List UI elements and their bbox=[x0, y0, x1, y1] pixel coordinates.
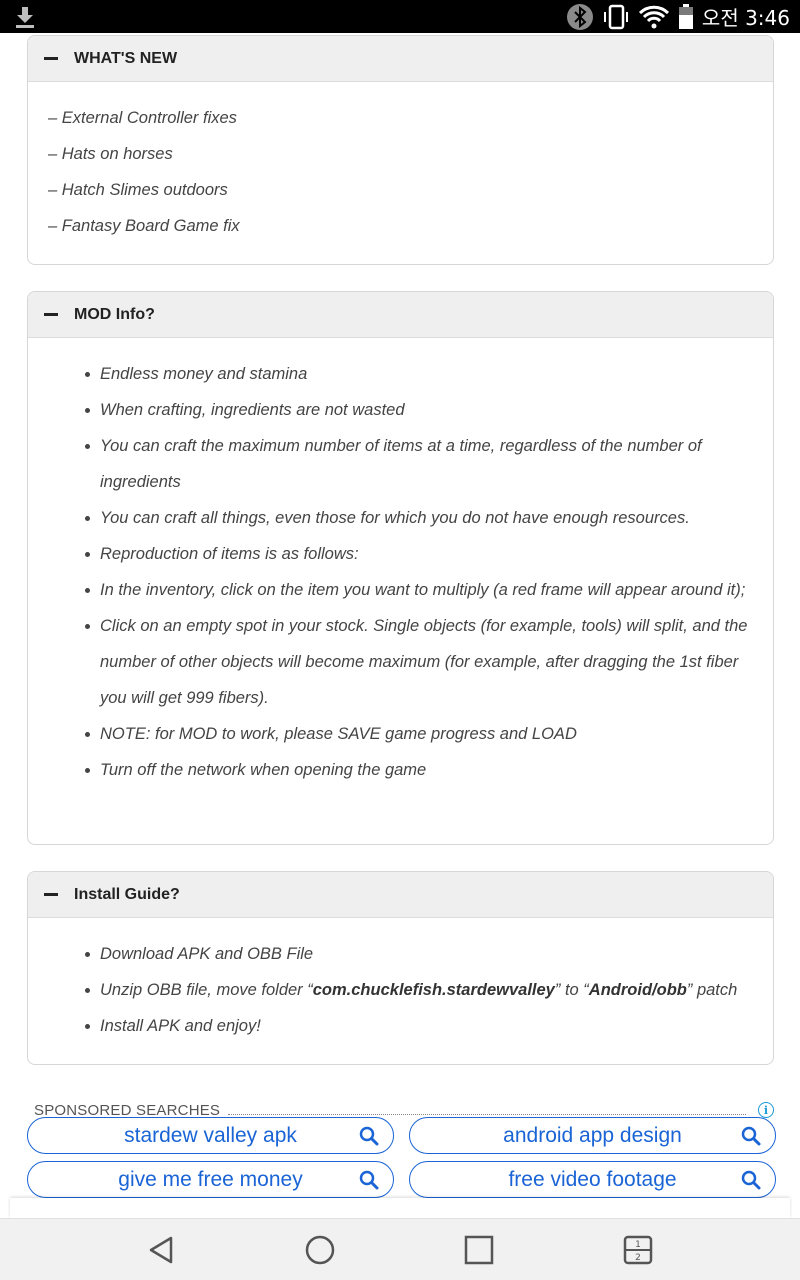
whats-new-panel: WHAT'S NEW – External Controller fixes –… bbox=[27, 35, 774, 265]
list-item: Install APK and enjoy! bbox=[85, 1008, 753, 1044]
list-item: – Fantasy Board Game fix bbox=[48, 217, 240, 235]
search-label: android app design bbox=[503, 1123, 682, 1147]
status-bar: 오전 3:46 bbox=[0, 0, 800, 33]
list-item: In the inventory, click on the item you … bbox=[85, 572, 753, 608]
list-item: – External Controller fixes bbox=[48, 109, 237, 127]
status-time: 오전 3:46 bbox=[701, 6, 790, 30]
search-icon bbox=[741, 1170, 761, 1196]
obb-path: Android/obb bbox=[588, 981, 687, 999]
search-label: give me free money bbox=[118, 1167, 303, 1191]
sponsored-search-button[interactable]: stardew valley apk bbox=[27, 1117, 394, 1154]
install-guide-header[interactable]: Install Guide? bbox=[28, 872, 773, 918]
sponsored-label: SPONSORED SEARCHES bbox=[34, 1101, 221, 1119]
list-item: When crafting, ingredients are not waste… bbox=[85, 392, 753, 428]
list-item: You can craft all things, even those for… bbox=[85, 500, 753, 536]
battery-icon bbox=[678, 3, 694, 31]
install-guide-title: Install Guide? bbox=[74, 885, 180, 903]
mod-info-header[interactable]: MOD Info? bbox=[28, 292, 773, 338]
collapse-icon[interactable] bbox=[44, 893, 58, 896]
install-text: ” to “ bbox=[554, 981, 589, 999]
list-item: Download APK and OBB File bbox=[85, 936, 753, 972]
install-guide-list: Download APK and OBB File Unzip OBB file… bbox=[28, 918, 773, 1044]
search-label: free video footage bbox=[508, 1167, 677, 1191]
collapse-icon[interactable] bbox=[44, 57, 58, 60]
recents-icon[interactable] bbox=[462, 1233, 496, 1267]
list-item: – Hatch Slimes outdoors bbox=[48, 181, 228, 199]
whats-new-list: – External Controller fixes – Hats on ho… bbox=[28, 82, 773, 244]
search-icon bbox=[741, 1126, 761, 1152]
list-item: Reproduction of items is as follows: bbox=[85, 536, 753, 572]
svg-text:2: 2 bbox=[635, 1253, 641, 1263]
navigation-bar: 12 bbox=[0, 1218, 800, 1280]
divider bbox=[228, 1105, 746, 1115]
list-item: NOTE: for MOD to work, please SAVE game … bbox=[85, 716, 753, 752]
install-text: Unzip OBB file, move folder “ bbox=[100, 981, 313, 999]
sponsored-search-button[interactable]: free video footage bbox=[409, 1161, 776, 1198]
install-text: ” patch bbox=[686, 981, 738, 999]
search-icon bbox=[359, 1126, 379, 1152]
list-item: – Hats on horses bbox=[48, 145, 173, 163]
package-name: com.chucklefish.stardewvalley bbox=[312, 981, 555, 999]
list-item: You can craft the maximum number of item… bbox=[85, 428, 753, 500]
vibrate-icon bbox=[602, 3, 630, 31]
list-item: Click on an empty spot in your stock. Si… bbox=[85, 608, 753, 716]
search-icon bbox=[359, 1170, 379, 1196]
sponsored-search-button[interactable]: android app design bbox=[409, 1117, 776, 1154]
bluetooth-icon bbox=[566, 3, 594, 31]
svg-text:1: 1 bbox=[635, 1240, 641, 1250]
whats-new-header[interactable]: WHAT'S NEW bbox=[28, 36, 773, 82]
whats-new-title: WHAT'S NEW bbox=[74, 49, 178, 67]
mod-info-title: MOD Info? bbox=[74, 305, 155, 323]
mod-info-list: Endless money and stamina When crafting,… bbox=[28, 338, 773, 788]
list-item: Turn off the network when opening the ga… bbox=[85, 752, 753, 788]
list-item: Unzip OBB file, move folder “com.chuckle… bbox=[85, 972, 753, 1008]
wifi-icon bbox=[638, 4, 670, 30]
sponsored-search-button[interactable]: give me free money bbox=[27, 1161, 394, 1198]
dual-window-icon[interactable]: 12 bbox=[621, 1233, 655, 1267]
download-icon bbox=[14, 5, 36, 29]
search-label: stardew valley apk bbox=[124, 1123, 297, 1147]
info-icon[interactable]: i bbox=[758, 1102, 774, 1118]
collapse-icon[interactable] bbox=[44, 313, 58, 316]
mod-info-panel: MOD Info? Endless money and stamina When… bbox=[27, 291, 774, 845]
install-guide-panel: Install Guide? Download APK and OBB File… bbox=[27, 871, 774, 1065]
home-icon[interactable] bbox=[303, 1233, 337, 1267]
bottom-sheet-edge bbox=[10, 1198, 790, 1218]
page-content: WHAT'S NEW – External Controller fixes –… bbox=[0, 33, 800, 1218]
list-item: Endless money and stamina bbox=[85, 356, 753, 392]
back-icon[interactable] bbox=[144, 1233, 178, 1267]
